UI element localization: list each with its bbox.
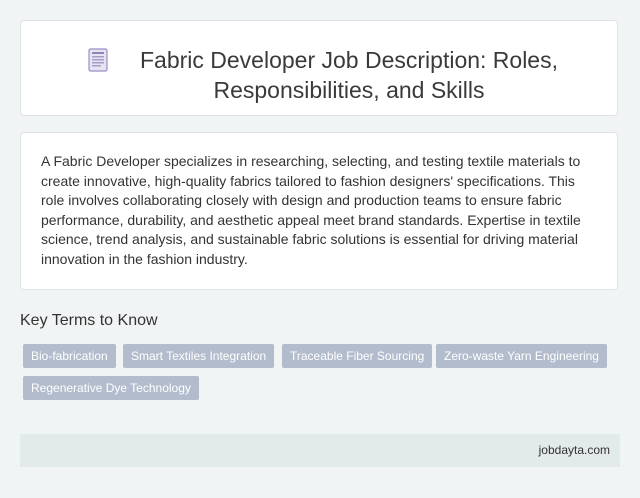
job-description: A Fabric Developer specializes in resear… [41,153,581,267]
footer: jobdayta.com [20,434,620,467]
site-link[interactable]: jobdayta.com [539,443,610,457]
tag-zero-waste-yarn-engineering[interactable]: Zero-waste Yarn Engineering [436,344,607,368]
tag-smart-textiles-integration[interactable]: Smart Textiles Integration [123,344,275,368]
page-title: Fabric Developer Job Description: Roles,… [139,47,558,103]
tag-traceable-fiber-sourcing[interactable]: Traceable Fiber Sourcing [282,344,433,368]
description-card: A Fabric Developer specializes in resear… [20,132,618,290]
tag-bio-fabrication[interactable]: Bio-fabrication [23,344,116,368]
key-terms-heading: Key Terms to Know [20,312,158,329]
title-card: Fabric Developer Job Description: Roles,… [20,20,618,116]
tag-regenerative-dye-technology[interactable]: Regenerative Dye Technology [23,376,199,400]
document-icon [88,48,108,72]
